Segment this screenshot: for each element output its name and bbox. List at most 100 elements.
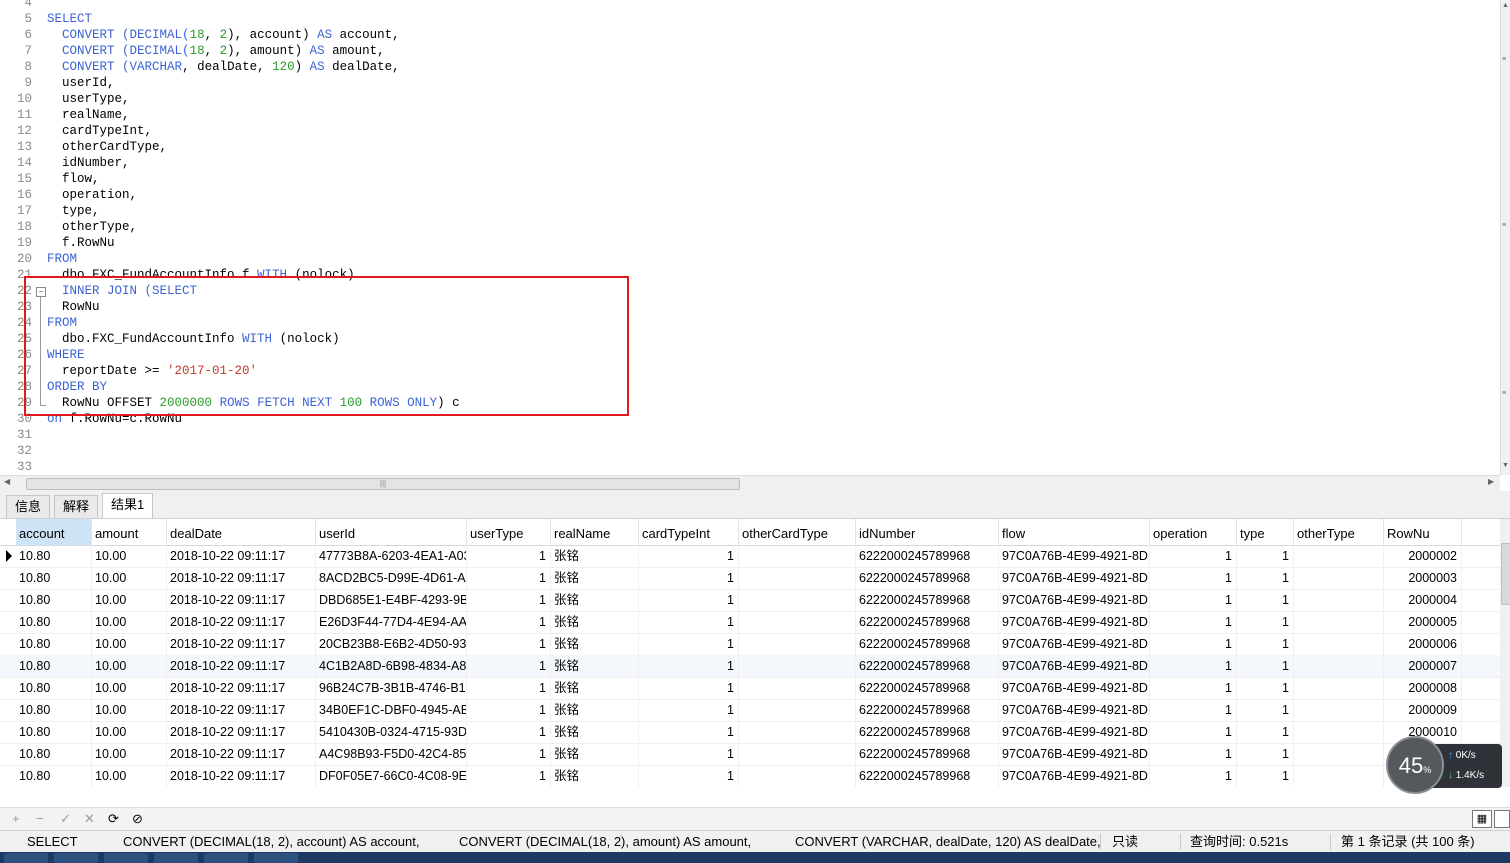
table-cell[interactable]: 10.00 xyxy=(92,589,167,611)
column-header[interactable]: operation xyxy=(1150,519,1237,545)
table-cell[interactable]: 10.00 xyxy=(92,743,167,765)
form-view-icon[interactable] xyxy=(1494,810,1510,828)
table-cell[interactable] xyxy=(1294,655,1384,677)
tab-result1[interactable]: 结果1 xyxy=(102,493,154,518)
column-header[interactable]: otherCardType xyxy=(739,519,856,545)
table-cell[interactable]: 1 xyxy=(639,567,739,589)
table-cell[interactable]: 张铭 xyxy=(551,721,639,743)
column-header[interactable]: userId xyxy=(316,519,467,545)
table-cell[interactable]: 1 xyxy=(1150,655,1237,677)
table-cell[interactable]: 2000003 xyxy=(1384,567,1462,589)
table-cell[interactable]: 张铭 xyxy=(551,545,639,567)
table-cell[interactable]: 1 xyxy=(639,545,739,567)
table-cell[interactable]: 1 xyxy=(467,589,551,611)
table-cell[interactable]: 10.80 xyxy=(16,743,92,765)
table-cell[interactable]: 97C0A76B-4E99-4921-8D xyxy=(999,721,1150,743)
table-cell[interactable] xyxy=(739,699,856,721)
taskbar-app[interactable] xyxy=(104,853,148,863)
table-cell[interactable]: 10.80 xyxy=(16,589,92,611)
table-cell[interactable]: 2018-10-22 09:11:17 xyxy=(167,633,316,655)
table-cell[interactable]: 96B24C7B-3B1B-4746-B1 xyxy=(316,677,467,699)
table-row[interactable]: 10.80 10.00 2018-10-22 09:11:17 DBD685E1-E4… xyxy=(0,589,1500,612)
table-row[interactable]: 10.80 10.00 2018-10-22 09:11:17 4C1B2A8D-6B… xyxy=(0,655,1500,678)
table-cell[interactable] xyxy=(1294,743,1384,765)
scroll-up-icon[interactable]: ▲ xyxy=(1502,2,1509,9)
table-cell[interactable]: 10.00 xyxy=(92,655,167,677)
table-cell[interactable]: 10.80 xyxy=(16,677,92,699)
table-cell[interactable]: 10.80 xyxy=(16,567,92,589)
table-cell[interactable]: 1 xyxy=(1237,589,1294,611)
scroll-down-icon[interactable]: ▼ xyxy=(1502,462,1509,469)
table-cell[interactable]: 97C0A76B-4E99-4921-8D xyxy=(999,743,1150,765)
table-cell[interactable]: 2000002 xyxy=(1384,545,1462,567)
table-row[interactable]: 10.80 10.00 2018-10-22 09:11:17 DF0F05E7-66… xyxy=(0,765,1500,787)
scrollbar-thumb[interactable]: ||| xyxy=(26,478,740,490)
table-cell[interactable]: 1 xyxy=(1150,545,1237,567)
table-cell[interactable]: 2000009 xyxy=(1384,699,1462,721)
table-cell[interactable]: 6222000245789968 xyxy=(856,567,999,589)
minus-icon[interactable]: − xyxy=(36,810,44,828)
table-cell[interactable]: 10.00 xyxy=(92,721,167,743)
code-line[interactable]: type, xyxy=(47,203,100,219)
table-cell[interactable]: 10.80 xyxy=(16,633,92,655)
table-cell[interactable]: 6222000245789968 xyxy=(856,589,999,611)
table-cell[interactable]: 10.00 xyxy=(92,699,167,721)
table-cell[interactable]: 1 xyxy=(467,633,551,655)
network-speed-widget[interactable]: ↑ 0K/s ↓ 1.4K/s 45% xyxy=(1386,736,1502,796)
table-cell[interactable]: E26D3F44-77D4-4E94-AA xyxy=(316,611,467,633)
table-row[interactable]: 10.80 10.00 2018-10-22 09:11:17 5410430B-03… xyxy=(0,721,1500,744)
table-cell[interactable] xyxy=(739,545,856,567)
table-cell[interactable]: 1 xyxy=(467,677,551,699)
table-cell[interactable]: 2018-10-22 09:11:17 xyxy=(167,677,316,699)
code-line[interactable]: SELECT xyxy=(47,11,92,27)
table-cell[interactable]: 10.00 xyxy=(92,633,167,655)
code-line[interactable]: f.RowNu xyxy=(47,235,115,251)
code-line[interactable]: CONVERT (DECIMAL(18, 2), account) AS acc… xyxy=(47,27,400,43)
sql-editor[interactable]: 4 5 6 7 8 9 10 11 12 13 14 15 16 17 18 19 20 21 22 23 24 25 26… xyxy=(0,0,1500,475)
table-cell[interactable]: 6222000245789968 xyxy=(856,677,999,699)
table-cell[interactable]: 1 xyxy=(1150,677,1237,699)
plus-icon[interactable]: + xyxy=(12,810,20,828)
table-cell[interactable] xyxy=(739,677,856,699)
table-cell[interactable]: 5410430B-0324-4715-93D xyxy=(316,721,467,743)
column-header[interactable]: RowNu xyxy=(1384,519,1462,545)
table-cell[interactable]: 1 xyxy=(1237,765,1294,787)
table-cell[interactable]: 6222000245789968 xyxy=(856,699,999,721)
table-cell[interactable]: 2000005 xyxy=(1384,611,1462,633)
scroll-right-icon[interactable]: ▶ xyxy=(1488,477,1494,486)
table-cell[interactable]: 张铭 xyxy=(551,765,639,787)
column-header[interactable]: account xyxy=(16,519,92,545)
table-cell[interactable]: 97C0A76B-4E99-4921-8D xyxy=(999,633,1150,655)
table-row[interactable]: 10.80 10.00 2018-10-22 09:11:17 A4C98B93-F5… xyxy=(0,743,1500,766)
table-cell[interactable]: 4C1B2A8D-6B98-4834-A8 xyxy=(316,655,467,677)
table-cell[interactable]: 1 xyxy=(1150,743,1237,765)
table-cell[interactable]: 1 xyxy=(1150,633,1237,655)
editor-vertical-scrollbar[interactable]: ▲ ≡ ≡ ≡ ▼ xyxy=(1500,0,1510,475)
table-cell[interactable]: 47773B8A-6203-4EA1-A03 xyxy=(316,545,467,567)
table-cell[interactable]: 1 xyxy=(639,677,739,699)
code-line[interactable]: otherCardType, xyxy=(47,139,167,155)
table-cell[interactable]: 2018-10-22 09:11:17 xyxy=(167,743,316,765)
table-cell[interactable]: 张铭 xyxy=(551,743,639,765)
code-line[interactable]: operation, xyxy=(47,187,137,203)
table-cell[interactable]: 1 xyxy=(639,721,739,743)
table-cell[interactable]: DBD685E1-E4BF-4293-9B xyxy=(316,589,467,611)
table-cell[interactable]: 张铭 xyxy=(551,611,639,633)
table-cell[interactable]: 张铭 xyxy=(551,633,639,655)
code-line[interactable]: idNumber, xyxy=(47,155,130,171)
table-cell[interactable]: 10.80 xyxy=(16,611,92,633)
table-cell[interactable]: 1 xyxy=(639,765,739,787)
table-cell[interactable]: 张铭 xyxy=(551,589,639,611)
column-header[interactable]: dealDate xyxy=(167,519,316,545)
table-cell[interactable]: 1 xyxy=(1150,589,1237,611)
table-cell[interactable]: 1 xyxy=(639,699,739,721)
table-cell[interactable]: 6222000245789968 xyxy=(856,743,999,765)
code-line[interactable]: cardTypeInt, xyxy=(47,123,152,139)
code-line[interactable]: otherType, xyxy=(47,219,137,235)
table-cell[interactable]: 1 xyxy=(1150,721,1237,743)
column-header[interactable]: realName xyxy=(551,519,639,545)
table-cell[interactable]: 10.00 xyxy=(92,611,167,633)
table-cell[interactable]: 1 xyxy=(639,611,739,633)
table-cell[interactable] xyxy=(739,611,856,633)
table-cell[interactable] xyxy=(739,589,856,611)
